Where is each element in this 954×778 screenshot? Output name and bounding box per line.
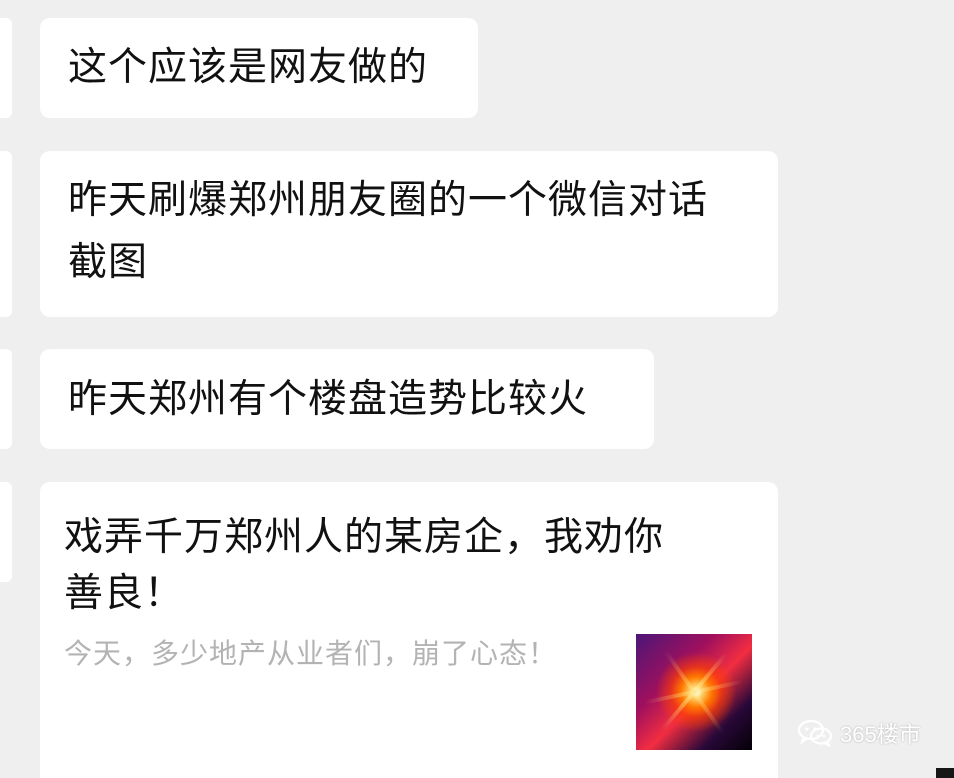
message-text: 这个应该是网友做的 bbox=[68, 45, 429, 90]
chat-message-bubble[interactable]: 昨天刷爆郑州朋友圈的一个微信对话 截图 bbox=[40, 151, 778, 317]
partial-avatar bbox=[0, 18, 12, 118]
article-thumbnail[interactable] bbox=[636, 634, 752, 750]
account-watermark: 365楼市 bbox=[796, 717, 921, 749]
article-title: 戏弄千万郑州人的某房企，我劝你 善良！ bbox=[64, 515, 665, 616]
partial-avatar bbox=[0, 482, 12, 582]
message-text: 昨天刷爆郑州朋友圈的一个微信对话 截图 bbox=[68, 178, 709, 285]
message-text: 昨天郑州有个楼盘造势比较火 bbox=[68, 377, 589, 422]
shared-article-card[interactable]: 戏弄千万郑州人的某房企，我劝你 善良！ 今天，多少地产从业者们，崩了心态！ bbox=[40, 482, 778, 778]
chat-message-bubble[interactable]: 昨天郑州有个楼盘造势比较火 bbox=[40, 349, 654, 449]
screen-corner-strip bbox=[936, 768, 954, 778]
fireworks-ray bbox=[644, 679, 744, 705]
chat-screen: 这个应该是网友做的 昨天刷爆郑州朋友圈的一个微信对话 截图 昨天郑州有个楼盘造势… bbox=[0, 0, 954, 778]
chat-message-bubble[interactable]: 这个应该是网友做的 bbox=[40, 18, 478, 118]
watermark-text: 365楼市 bbox=[840, 722, 921, 747]
partial-avatar bbox=[0, 151, 12, 317]
partial-avatar bbox=[0, 349, 12, 449]
wechat-icon bbox=[797, 719, 833, 747]
article-description: 今天，多少地产从业者们，崩了心态！ bbox=[64, 637, 558, 670]
